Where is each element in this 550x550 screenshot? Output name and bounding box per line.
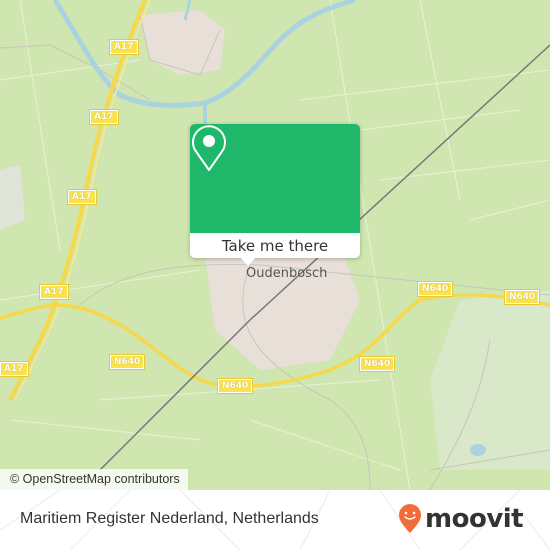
road-shield-a17: A17 [67,189,97,205]
urban-area-oudenbosch [205,245,360,370]
road-shield-n640: N640 [503,289,541,305]
popup-pointer [241,258,255,266]
moovit-pin-icon [399,504,421,533]
location-popup: Take me there [190,124,360,266]
road-shield-a17: A17 [109,39,139,55]
moovit-wordmark: moovit [425,504,524,534]
road-shield-a17: A17 [89,109,119,125]
road-shield-a17: A17 [0,361,29,377]
road-shield-n640: N640 [416,281,454,297]
pond [470,444,486,456]
urban-area-southeast [430,290,550,470]
urban-area-west [0,165,25,230]
road-shield-n640: N640 [358,356,396,372]
location-pin-icon [192,125,226,171]
place-label-oudenbosch: Oudenbosch [246,266,328,281]
road-shield-a17: A17 [39,284,69,300]
location-title: Maritiem Register Nederland, Netherlands [20,510,319,527]
road-shield-n640: N640 [216,378,254,394]
map-view[interactable]: A17 A17 A17 A17 A17 N640 N640 N640 N640 … [0,0,550,490]
moovit-logo[interactable]: moovit [398,504,524,534]
footer: Maritiem Register Nederland, Netherlands… [0,490,550,550]
take-me-there-button[interactable]: Take me there [190,233,360,258]
map-attribution[interactable]: © OpenStreetMap contributors [0,469,188,490]
road-shield-n640: N640 [108,354,146,370]
urban-area-north [140,10,225,75]
popup-header [190,124,360,233]
